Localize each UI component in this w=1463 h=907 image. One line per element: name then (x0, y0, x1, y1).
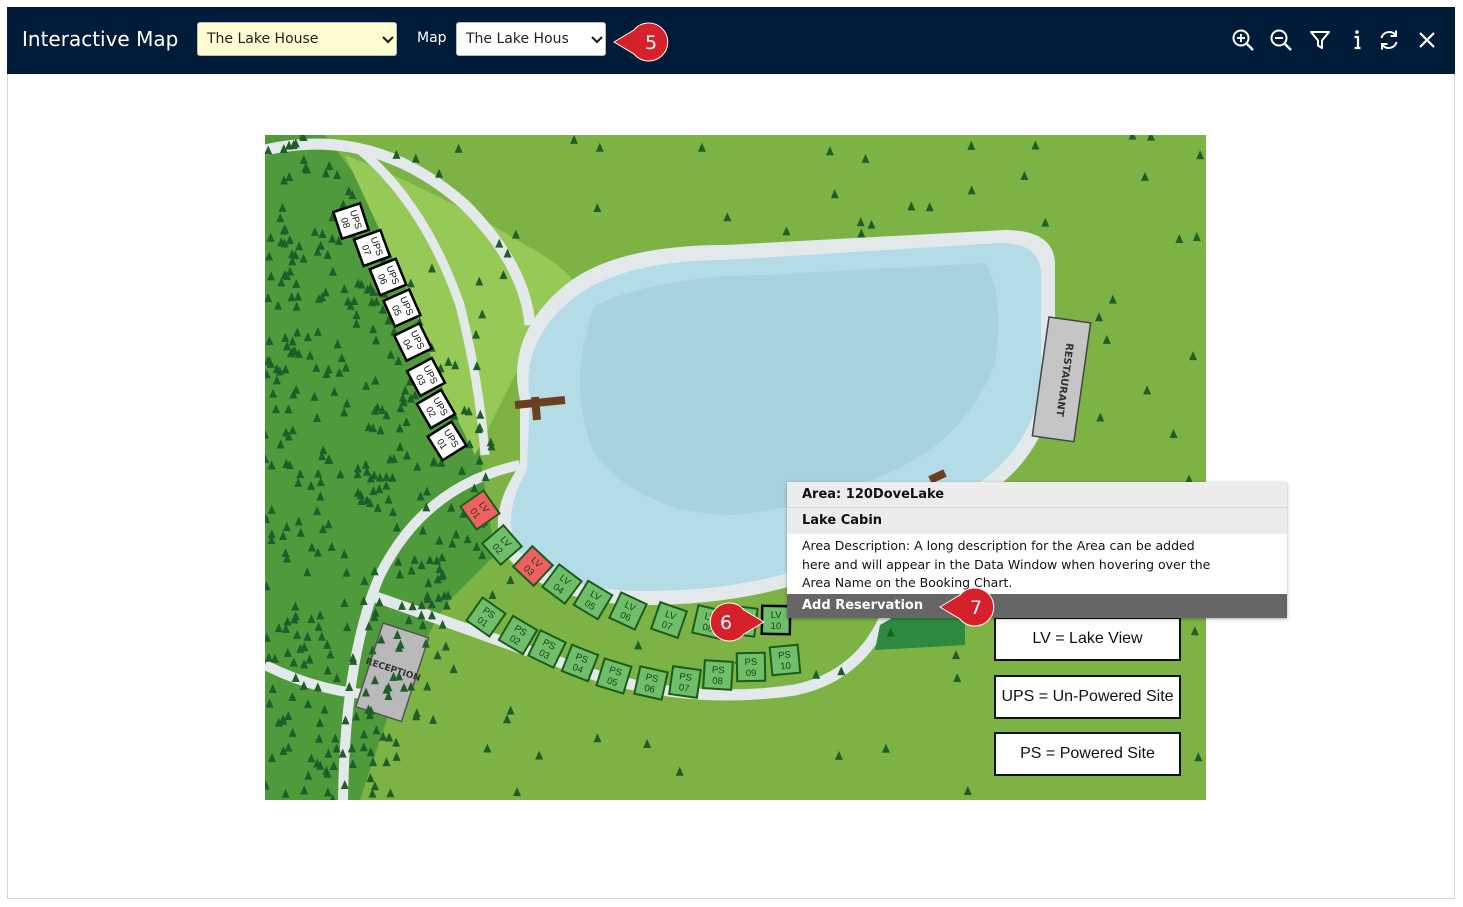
legend-ups: UPS = Un-Powered Site (994, 675, 1181, 719)
legend-ps: PS = Powered Site (994, 732, 1181, 776)
area-data-window: Area: 120DoveLake Lake Cabin Area Descri… (787, 482, 1287, 618)
campsite-ps-09[interactable]: PS09 (735, 651, 767, 683)
campsite-ps-06[interactable]: PS06 (633, 665, 669, 701)
campsite-label: 10 (780, 660, 792, 672)
legend-lv: LV = Lake View (994, 617, 1181, 661)
property-select[interactable]: The Lake House (197, 22, 397, 56)
campsite-label: 09 (746, 668, 757, 679)
callout-7: 7 (938, 587, 1004, 627)
campsite-lv-10[interactable]: LV10 (760, 604, 792, 636)
popup-description: Area Description: A long description for… (802, 538, 1211, 590)
campsite-ps-10[interactable]: PS10 (768, 643, 802, 677)
campsite-ps-08[interactable]: PS08 (702, 659, 734, 691)
property-select-value: The Lake House (207, 31, 319, 47)
add-reservation-button[interactable]: Add Reservation (787, 594, 1287, 618)
app-title: Interactive Map (22, 27, 179, 51)
campsite-label: 08 (712, 676, 723, 688)
callout-5: 5 (612, 22, 678, 62)
refresh-icon[interactable] (1377, 28, 1401, 52)
campsite-label: LV (771, 610, 783, 621)
close-icon[interactable] (1415, 28, 1439, 52)
campsite-label: 10 (771, 621, 782, 632)
zoom-in-icon[interactable] (1231, 28, 1255, 52)
callout-5-text: 5 (645, 32, 657, 54)
campsite-label: PS (744, 657, 757, 668)
callout-6: 6 (700, 602, 766, 642)
filter-icon[interactable] (1308, 28, 1332, 52)
popup-area-type: Lake Cabin (787, 508, 1287, 534)
campsite-label: 07 (678, 682, 690, 694)
zoom-out-icon[interactable] (1269, 28, 1293, 52)
campsite-label: PS (712, 665, 725, 677)
callout-7-text: 7 (970, 597, 982, 619)
campsite-ps-07[interactable]: PS07 (668, 665, 702, 699)
callout-6-text: 6 (720, 612, 732, 634)
map-label: Map (417, 30, 447, 46)
map-select[interactable]: The Lake Hous (456, 22, 606, 56)
info-icon[interactable] (1346, 28, 1370, 52)
popup-area-name: Area: 120DoveLake (787, 482, 1287, 508)
map-select-value: The Lake Hous (466, 31, 569, 47)
